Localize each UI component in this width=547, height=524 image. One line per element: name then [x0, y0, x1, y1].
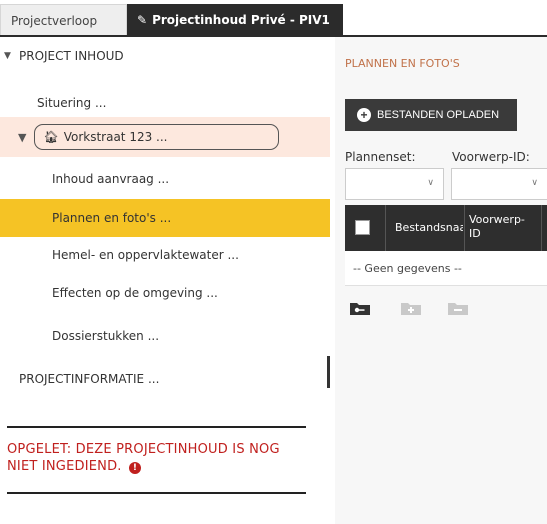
caret-down-icon[interactable]: ▼ [18, 131, 26, 144]
tree-root[interactable]: ▼ PROJECT INHOUD [0, 43, 330, 69]
tree-item-inhoud-aanvraag[interactable]: Inhoud aanvraag ... [0, 160, 330, 198]
plus-circle-icon: + [357, 108, 371, 122]
files-panel: PLANNEN EN FOTO'S + BESTANDEN OPLADEN Pl… [335, 37, 547, 524]
table-header: Bestandsnaam Voorwerp-ID [345, 205, 547, 251]
folder-remove-icon[interactable] [447, 299, 469, 317]
tree-item-label: Effecten op de omgeving ... [52, 286, 218, 300]
folder-key-icon[interactable] [349, 299, 371, 317]
tree-item-address[interactable]: ▼ 🏠︎ Vorkstraat 123 ... [0, 117, 330, 157]
tree-item-hemelwater[interactable]: Hemel- en oppervlaktewater ... [0, 236, 330, 274]
tab-projectverloop[interactable]: Projectverloop [0, 4, 127, 36]
tree-item-label: Situering ... [37, 96, 107, 110]
pencil-icon: ✎ [137, 13, 148, 27]
tree-item-plannen-fotos[interactable]: Plannen en foto's ... [0, 199, 330, 237]
tab-projectinhoud[interactable]: ✎ Projectinhoud Privé - PIV1 [127, 4, 343, 36]
warning-divider-bottom [7, 492, 306, 494]
project-tree-panel: ▼ PROJECT INHOUD Situering ... ▼ 🏠︎ Vork… [0, 37, 330, 524]
panel-splitter[interactable] [327, 356, 330, 388]
warning-divider-top [7, 426, 306, 428]
tree-item-dossierstukken[interactable]: Dossierstukken ... [0, 317, 330, 355]
tree-item-label: Hemel- en oppervlaktewater ... [52, 248, 239, 262]
address-label: Vorkstraat 123 ... [63, 130, 168, 144]
tab-bar: Projectverloop ✎ Projectinhoud Privé - P… [0, 0, 547, 37]
panel-title: PLANNEN EN FOTO'S [345, 57, 460, 70]
plannenset-select[interactable]: ∨ [345, 168, 444, 200]
select-all-checkbox[interactable] [355, 220, 370, 235]
upload-files-button[interactable]: + BESTANDEN OPLADEN [345, 99, 517, 131]
column-bestandsnaam[interactable]: Bestandsnaam [395, 221, 463, 234]
tree-root-label: PROJECT INHOUD [19, 49, 124, 63]
voorwerp-id-select[interactable]: ∨ [451, 168, 547, 200]
column-divider [464, 205, 465, 251]
chevron-down-icon: ∨ [531, 178, 538, 188]
tree-item-effecten[interactable]: Effecten op de omgeving ... [0, 274, 330, 312]
home-icon: 🏠︎ [43, 130, 59, 144]
column-divider [385, 205, 386, 251]
warning-text: OPGELET: DEZE PROJECTINHOUD IS NOG NIET … [7, 442, 280, 474]
address-node[interactable]: 🏠︎ Vorkstraat 123 ... [34, 124, 280, 150]
error-icon: ! [128, 462, 141, 474]
tab-label: Projectinhoud Privé - PIV1 [152, 13, 330, 27]
plannenset-label: Plannenset: [345, 150, 416, 164]
chevron-down-icon: ∨ [427, 178, 434, 188]
folder-add-icon[interactable] [400, 299, 422, 317]
column-voorwerp-id[interactable]: Voorwerp-ID [469, 213, 525, 241]
column-divider [541, 205, 542, 251]
tree-item-label: PROJECTINFORMATIE ... [19, 372, 160, 386]
tree-item-projectinformatie[interactable]: PROJECTINFORMATIE ... [0, 360, 330, 398]
table-empty-row: -- Geen gegevens -- [345, 251, 547, 286]
tab-label: Projectverloop [11, 13, 98, 28]
tree-item-label: Plannen en foto's ... [52, 211, 172, 225]
warning-message: OPGELET: DEZE PROJECTINHOUD IS NOG NIET … [7, 441, 306, 475]
voorwerp-id-label: Voorwerp-ID: [452, 150, 530, 164]
tree-item-label: Dossierstukken ... [52, 329, 160, 343]
tree-item-label: Inhoud aanvraag ... [52, 172, 170, 186]
caret-down-icon[interactable]: ▼ [4, 51, 11, 61]
upload-label: BESTANDEN OPLADEN [377, 109, 500, 121]
